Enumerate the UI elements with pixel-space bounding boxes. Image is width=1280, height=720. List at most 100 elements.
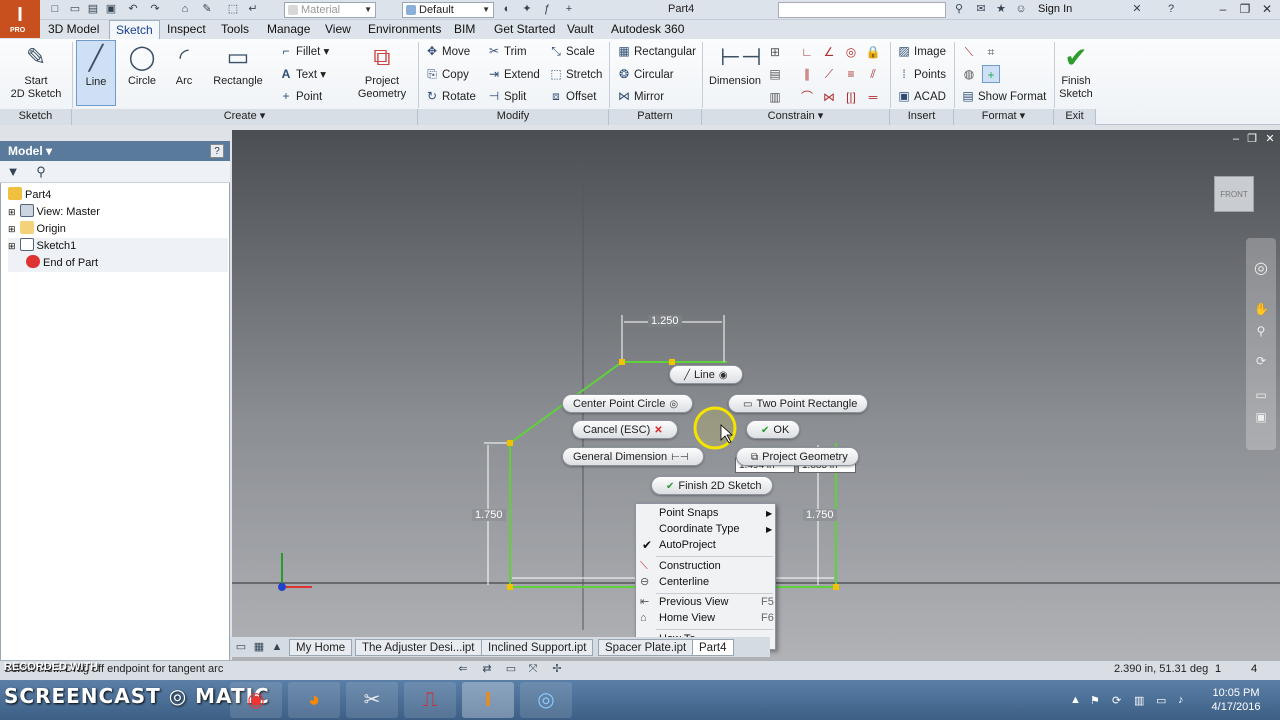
- marking-menu-ok[interactable]: ✔ OK: [746, 420, 801, 439]
- select-icon[interactable]: ⬚: [226, 3, 240, 16]
- extend-button[interactable]: ⇥ Extend: [486, 65, 540, 83]
- symmetric-constraint-icon[interactable]: ⋈: [820, 88, 838, 106]
- circular-pattern-button[interactable]: ❂ Circular: [616, 65, 674, 83]
- menu-item-point-snaps[interactable]: Point Snaps ▶: [659, 506, 772, 521]
- volume-icon[interactable]: ♪: [1178, 694, 1184, 706]
- browser-header[interactable]: Model ▾: [0, 141, 230, 161]
- account-icon[interactable]: ☺: [1014, 3, 1028, 16]
- save-icon[interactable]: ▣: [104, 3, 118, 16]
- menu-item-previous-view[interactable]: ⇤ Previous View F5: [640, 595, 774, 610]
- show-format-button[interactable]: ▤ Show Format: [960, 87, 1046, 105]
- tile-icon[interactable]: ▭: [234, 641, 248, 654]
- new-file-icon[interactable]: □: [48, 3, 62, 16]
- snipping-tool-taskbar-icon[interactable]: ✂: [346, 682, 398, 718]
- sign-in-link[interactable]: Sign In: [1038, 3, 1072, 15]
- appearance-dropdown[interactable]: Default ▼: [402, 2, 494, 18]
- move-button[interactable]: ✥ Move: [424, 42, 470, 60]
- split-button[interactable]: ⊣ Split: [486, 87, 527, 105]
- inventor-taskbar-icon[interactable]: I: [462, 682, 514, 718]
- update-icon[interactable]: ✎: [200, 3, 214, 16]
- binoculars-icon[interactable]: ⚲: [34, 165, 48, 178]
- panel-label-format[interactable]: Format ▾: [954, 109, 1054, 125]
- tree-item-end-of-part[interactable]: End of Part: [8, 255, 228, 272]
- rotate-button[interactable]: ↻ Rotate: [424, 87, 476, 105]
- dimension-top-label[interactable]: 1.250: [648, 315, 682, 327]
- screencast-taskbar-icon[interactable]: ◎: [520, 682, 572, 718]
- status-tool-icon[interactable]: ✢: [550, 663, 564, 676]
- centerline-format-icon[interactable]: ⌗: [982, 43, 1000, 61]
- arc-button[interactable]: ◜ Arc: [164, 40, 204, 88]
- dimension-left-label[interactable]: 1.750: [472, 509, 506, 521]
- undo-icon[interactable]: ↶: [126, 3, 140, 16]
- tab-list-icon[interactable]: ▲: [270, 641, 284, 654]
- communication-icon[interactable]: ✉: [974, 3, 988, 16]
- marking-menu-line[interactable]: ╱ Line ◉: [669, 365, 743, 384]
- menu-item-construction[interactable]: ⟍ Construction: [640, 559, 721, 574]
- parallel-constraint-icon[interactable]: ∥: [798, 65, 816, 83]
- insert-points-button[interactable]: ⁞ Points: [896, 65, 946, 83]
- smooth-constraint-icon[interactable]: ⌒: [798, 88, 816, 106]
- project-geometry-button[interactable]: ⧉ Project Geometry: [352, 40, 412, 101]
- copy-button[interactable]: ⎘ Copy: [424, 65, 469, 83]
- status-tool-icon[interactable]: ⇐: [456, 663, 470, 676]
- scale-button[interactable]: ⤡ Scale: [548, 42, 595, 60]
- vertical-constraint-icon[interactable]: [|]: [842, 88, 860, 106]
- offset-button[interactable]: ⧈ Offset: [548, 87, 596, 105]
- open-folder-icon[interactable]: ▤: [86, 3, 100, 16]
- return-icon[interactable]: ↵: [246, 3, 260, 16]
- flag-icon[interactable]: ⚑: [1090, 694, 1100, 707]
- status-tool-icon[interactable]: ⇄: [480, 663, 494, 676]
- adjust-icon[interactable]: ✦: [520, 3, 534, 16]
- doc-tab-spacer-plate[interactable]: Spacer Plate.ipt: [598, 639, 694, 656]
- marking-menu-project-geometry[interactable]: ⧉ Project Geometry: [736, 447, 859, 466]
- rectangle-button[interactable]: ▭ Rectangle: [208, 40, 268, 88]
- tab-inspect[interactable]: Inspect: [161, 20, 212, 39]
- cascade-icon[interactable]: ▦: [252, 641, 266, 654]
- browser-help-button[interactable]: ?: [210, 144, 224, 158]
- sketch-point[interactable]: [507, 440, 513, 446]
- tab-autodesk-360[interactable]: Autodesk 360: [605, 20, 690, 39]
- tree-item-origin[interactable]: ⊞ Origin: [8, 221, 66, 238]
- show-constraints-icon[interactable]: ▤: [766, 65, 784, 83]
- tree-item-sketch1[interactable]: ⊞ Sketch1: [8, 238, 228, 255]
- minimize-icon[interactable]: –: [1214, 2, 1232, 17]
- chrome-taskbar-icon[interactable]: ◉: [230, 682, 282, 718]
- clear-appearance-icon[interactable]: ◐: [500, 3, 514, 16]
- tree-item-view-master[interactable]: ⊞ View: Master: [8, 204, 100, 221]
- menu-item-home-view[interactable]: ⌂ Home View F6: [640, 611, 774, 626]
- tab-get-started[interactable]: Get Started: [488, 20, 561, 39]
- close-icon[interactable]: ✕: [1258, 2, 1276, 17]
- sketch-point[interactable]: [833, 584, 839, 590]
- firefox-taskbar-icon[interactable]: ◕: [288, 682, 340, 718]
- panel-label-constrain[interactable]: Constrain ▾: [702, 109, 890, 125]
- mirror-button[interactable]: ⋈ Mirror: [616, 87, 664, 105]
- exchange-icon[interactable]: ✕: [1130, 3, 1144, 16]
- construction-format-icon[interactable]: ⟍: [960, 43, 978, 61]
- concentric-constraint-icon[interactable]: ◎: [842, 43, 860, 61]
- acrobat-taskbar-icon[interactable]: ⎍: [404, 682, 456, 718]
- point-button[interactable]: + Point: [278, 87, 322, 105]
- tab-sketch[interactable]: Sketch: [109, 20, 160, 39]
- material-dropdown[interactable]: Material ▼: [284, 2, 376, 18]
- coincident-constraint-icon[interactable]: ⊞: [766, 43, 784, 61]
- menu-item-autoproject[interactable]: ✔ AutoProject: [642, 538, 716, 553]
- doc-tab-my-home[interactable]: My Home: [289, 639, 353, 656]
- stretch-button[interactable]: ⬚ Stretch: [548, 65, 602, 83]
- panel-label-create[interactable]: Create ▾: [72, 109, 418, 125]
- marking-menu-cancel[interactable]: Cancel (ESC) ✕: [572, 420, 678, 439]
- help-icon[interactable]: ?: [1164, 3, 1178, 16]
- filter-icon[interactable]: ▼: [6, 165, 20, 178]
- clock[interactable]: 10:05 PM 4/17/2016: [1205, 686, 1267, 714]
- network-icon[interactable]: ▥: [1134, 694, 1144, 707]
- trim-button[interactable]: ✂ Trim: [486, 42, 527, 60]
- tab-view[interactable]: View: [319, 20, 357, 39]
- dimension-button[interactable]: ⊢⊣ Dimension: [706, 40, 764, 88]
- sketch-point[interactable]: [669, 359, 675, 365]
- doc-tab-inclined-support[interactable]: Inclined Support.ipt: [481, 639, 594, 656]
- tab-bim[interactable]: BIM: [448, 20, 481, 39]
- marking-menu-general-dimension[interactable]: General Dimension ⊢⊣: [562, 447, 704, 466]
- tree-item-part4[interactable]: Part4: [8, 187, 51, 204]
- center-point-format-icon[interactable]: ◍: [960, 65, 978, 83]
- marking-menu-two-point-rectangle[interactable]: ▭ Two Point Rectangle: [728, 394, 869, 413]
- tab-3d-model[interactable]: 3D Model: [42, 20, 105, 39]
